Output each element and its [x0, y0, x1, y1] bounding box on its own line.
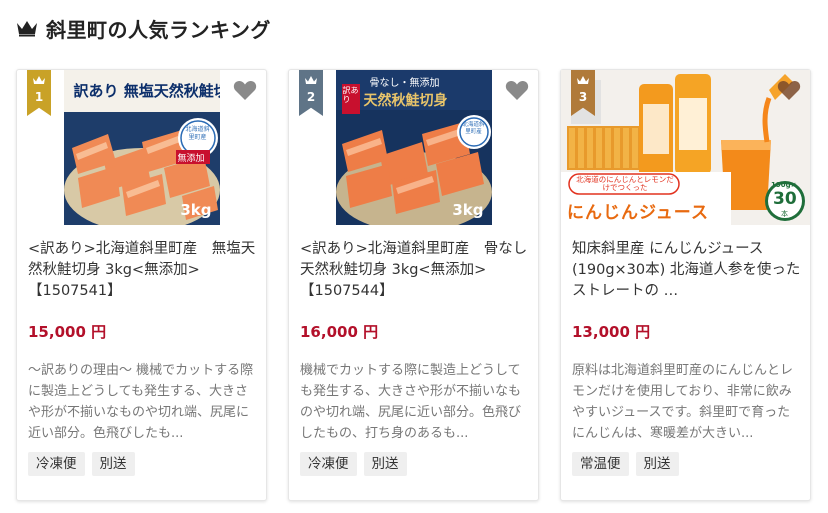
ranking-card-3[interactable]: 北海道のにんじんとレモンだけでつくった にんじんジュース 190g× 30 本 … — [560, 69, 811, 501]
shipping-tags: 冷凍便 別送 — [28, 452, 135, 476]
product-description: ～訳ありの理由～ 機械でカットする際に製造上どうしても発生する、大きさや形が不揃… — [28, 363, 254, 441]
image-caption-seal: 北海道斜里町産 — [185, 126, 210, 141]
shipping-tags: 冷凍便 別送 — [300, 452, 407, 476]
product-price: 16,000 円 — [300, 323, 379, 341]
product-description: 機械でカットする際に製造上どうしても発生する、大きさや形が不揃いなものや切れ端、… — [300, 363, 522, 441]
image-caption-weight: 3kg — [452, 201, 484, 219]
salmon-image: 訳あり 無塩天然秋鮭切身 北海道斜里町産 無添加 3kg — [63, 70, 220, 225]
product-price: 13,000 円 — [572, 323, 651, 341]
image-caption-weight: 3kg — [180, 201, 212, 219]
page-title: 斜里町の人気ランキング — [46, 17, 271, 42]
ranking-card-2[interactable]: 骨なし・無添加 訳あり 天然秋鮭切身 北海道斜里町産 3kg 2 <訳あり>北海… — [288, 69, 539, 501]
image-caption-main: 訳あり 無塩天然秋鮭切身 — [73, 82, 220, 100]
favorite-button[interactable] — [776, 78, 802, 102]
product-description: 原料は北海道斜里町産のにんじんとレモンだけを使用しており、非常に飲みやすいジュー… — [572, 363, 794, 441]
rank-number: 1 — [34, 90, 44, 104]
ranking-header: 斜里町の人気ランキング — [16, 14, 271, 42]
carrot-juice-image: 北海道のにんじんとレモンだけでつくった にんじんジュース 190g× 30 本 — [561, 70, 810, 225]
heart-icon — [505, 80, 529, 100]
favorite-button[interactable] — [232, 78, 258, 102]
image-caption-count-unit: 本 — [781, 210, 788, 218]
product-price: 15,000 円 — [28, 323, 107, 341]
image-caption-small: 北海道のにんじんとレモンだけでつくった — [576, 175, 674, 192]
salmon-image: 骨なし・無添加 訳あり 天然秋鮭切身 北海道斜里町産 3kg — [335, 70, 492, 225]
heart-icon — [233, 80, 257, 100]
tag-separate-shipping: 別送 — [91, 452, 135, 476]
crown-icon — [17, 21, 37, 37]
product-title-link[interactable]: <訳あり>北海道斜里町産 無塩天然秋鮭切身 3kg<無添加>【1507541】 — [28, 239, 258, 302]
product-title-link[interactable]: 知床斜里産 にんじんジュース (190g×30本) 北海道人参を使ったストレート… — [572, 239, 802, 302]
image-caption-unit: 190g× — [771, 181, 797, 189]
tag-shipping-method: 冷凍便 — [300, 452, 357, 476]
tag-separate-shipping: 別送 — [363, 452, 407, 476]
crown-icon — [33, 76, 45, 84]
tag-shipping-method: 常温便 — [572, 452, 629, 476]
product-image[interactable]: 北海道のにんじんとレモンだけでつくった にんじんジュース 190g× 30 本 — [561, 70, 810, 225]
ranking-card-1[interactable]: 訳あり 無塩天然秋鮭切身 北海道斜里町産 無添加 3kg 1 <訳あり>北海道斜… — [16, 69, 267, 501]
product-title-link[interactable]: <訳あり>北海道斜里町産 骨なし天然秋鮭切身 3kg<無添加>【1507544】 — [300, 239, 530, 302]
crown-icon — [305, 76, 317, 84]
favorite-button[interactable] — [504, 78, 530, 102]
rank-number: 3 — [578, 90, 588, 104]
image-caption-badge: 無添加 — [177, 154, 205, 164]
crown-icon — [577, 76, 589, 84]
product-image[interactable]: 訳あり 無塩天然秋鮭切身 北海道斜里町産 無添加 3kg — [17, 70, 266, 225]
shipping-tags: 常温便 別送 — [572, 452, 679, 476]
rank-number: 2 — [306, 90, 316, 104]
image-caption-main: 天然秋鮭切身 — [363, 93, 448, 109]
image-caption-count: 30 — [773, 189, 797, 209]
tag-separate-shipping: 別送 — [635, 452, 679, 476]
image-caption-badge: 訳あり — [342, 86, 359, 104]
image-caption-seal: 北海道斜里町産 — [462, 122, 485, 135]
image-caption-main: にんじんジュース — [567, 203, 709, 223]
image-caption-top: 骨なし・無添加 — [369, 78, 440, 89]
product-image[interactable]: 骨なし・無添加 訳あり 天然秋鮭切身 北海道斜里町産 3kg — [289, 70, 538, 225]
tag-shipping-method: 冷凍便 — [28, 452, 85, 476]
heart-icon — [777, 80, 801, 100]
